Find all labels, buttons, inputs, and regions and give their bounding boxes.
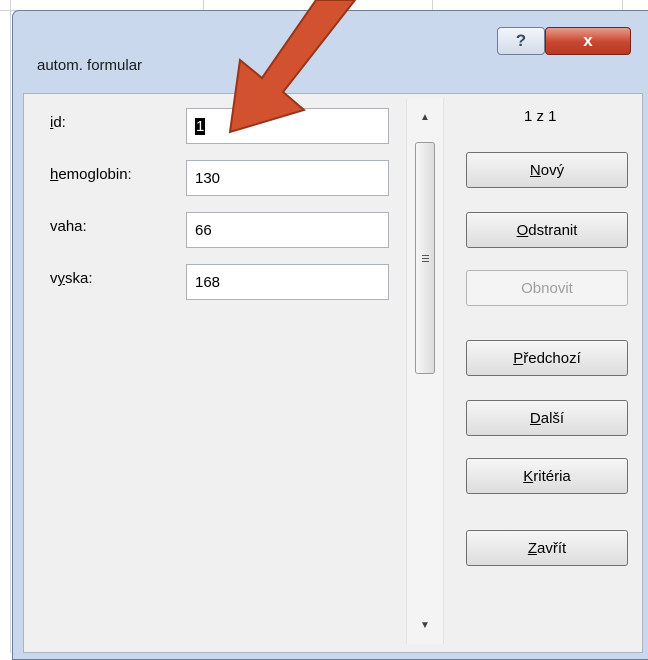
- label-hemoglobin: hemoglobin:: [50, 166, 132, 183]
- close-form-button[interactable]: Zavřít: [466, 530, 628, 566]
- record-scrollbar[interactable]: ▲ ▼: [406, 98, 444, 644]
- record-counter: 1 z 1: [524, 108, 557, 125]
- vaha-field[interactable]: 66: [186, 212, 389, 248]
- vyska-field[interactable]: 168: [186, 264, 389, 300]
- next-button[interactable]: Další: [466, 400, 628, 436]
- grip-line: [422, 255, 429, 256]
- scroll-up-arrow-icon[interactable]: ▲: [407, 112, 443, 123]
- scrollbar-thumb[interactable]: [415, 142, 435, 374]
- label-vyska: vyska:: [50, 270, 93, 287]
- label-id: id:: [50, 114, 66, 131]
- data-form-dialog: autom. formular ? x id: hemoglobin: vaha…: [12, 10, 648, 660]
- title-bar[interactable]: autom. formular ? x: [13, 11, 648, 91]
- hemoglobin-field[interactable]: 130: [186, 160, 389, 196]
- dialog-title: autom. formular: [37, 57, 143, 74]
- grip-line: [422, 261, 429, 262]
- restore-button: Obnovit: [466, 270, 628, 306]
- vyska-value: 168: [195, 273, 221, 291]
- criteria-button[interactable]: Kritéria: [466, 458, 628, 494]
- help-button[interactable]: ?: [497, 27, 545, 55]
- close-icon: x: [583, 31, 593, 50]
- id-value: 1: [195, 117, 206, 135]
- new-button[interactable]: Nový: [466, 152, 628, 188]
- label-vaha: vaha:: [50, 218, 87, 235]
- question-mark-icon: ?: [515, 31, 527, 50]
- grip-line: [422, 258, 429, 259]
- scroll-down-arrow-icon[interactable]: ▼: [407, 620, 443, 631]
- hemoglobin-value: 130: [195, 169, 221, 187]
- previous-button[interactable]: Předchozí: [466, 340, 628, 376]
- vaha-value: 66: [195, 221, 212, 239]
- close-button[interactable]: x: [545, 27, 631, 55]
- id-field[interactable]: 1: [186, 108, 389, 144]
- delete-button[interactable]: Odstranit: [466, 212, 628, 248]
- sheet-gridline: [10, 0, 11, 653]
- dialog-body: id: hemoglobin: vaha: vyska: 1 130 66 16…: [23, 93, 643, 653]
